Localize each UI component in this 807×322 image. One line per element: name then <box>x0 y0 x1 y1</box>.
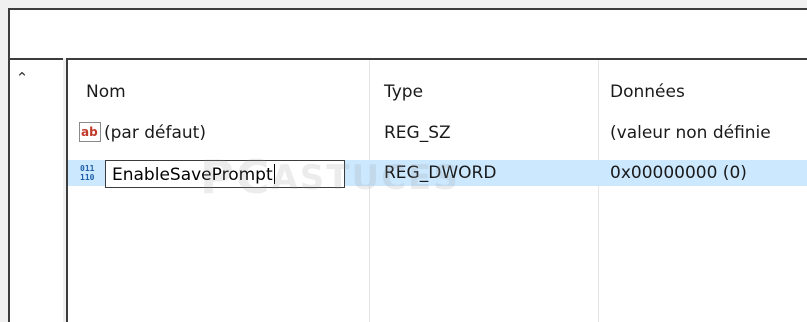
dword-value-icon: 011 110 <box>80 164 95 182</box>
scroll-up-arrow-icon[interactable]: ⌃ <box>14 70 30 86</box>
rename-input[interactable]: EnableSavePrompt <box>105 160 345 188</box>
rename-input-text: EnableSavePrompt <box>112 165 273 185</box>
value-row-default[interactable]: ab (par défaut) REG_SZ (valeur non défin… <box>68 120 807 146</box>
column-header-type[interactable]: Type <box>384 82 423 102</box>
address-bar-area <box>8 8 807 58</box>
values-list-pane[interactable]: Nom Type Données ab (par défaut) REG_SZ … <box>66 58 807 322</box>
svg-text:110: 110 <box>80 173 95 182</box>
value-type: REG_SZ <box>384 123 451 143</box>
value-type: REG_DWORD <box>384 163 497 183</box>
svg-text:011: 011 <box>80 164 95 173</box>
column-header-data[interactable]: Données <box>610 82 685 102</box>
svg-text:ab: ab <box>81 125 98 139</box>
column-separator[interactable] <box>598 60 599 322</box>
value-data: 0x00000000 (0) <box>610 163 747 183</box>
registry-editor-window: ⌃ Nom Type Données ab (par défaut) REG_S… <box>0 0 807 322</box>
column-separator[interactable] <box>369 60 370 322</box>
tree-pane[interactable] <box>8 58 63 322</box>
text-caret <box>273 164 275 184</box>
value-name: (par défaut) <box>104 123 206 143</box>
value-data: (valeur non définie <box>610 123 771 143</box>
column-header-name[interactable]: Nom <box>86 82 126 102</box>
value-row-enablesaveprompt[interactable]: 011 110 EnableSavePrompt REG_DWORD 0x000… <box>68 160 807 188</box>
string-value-icon: ab <box>79 122 101 142</box>
list-header: Nom Type Données <box>68 60 807 102</box>
